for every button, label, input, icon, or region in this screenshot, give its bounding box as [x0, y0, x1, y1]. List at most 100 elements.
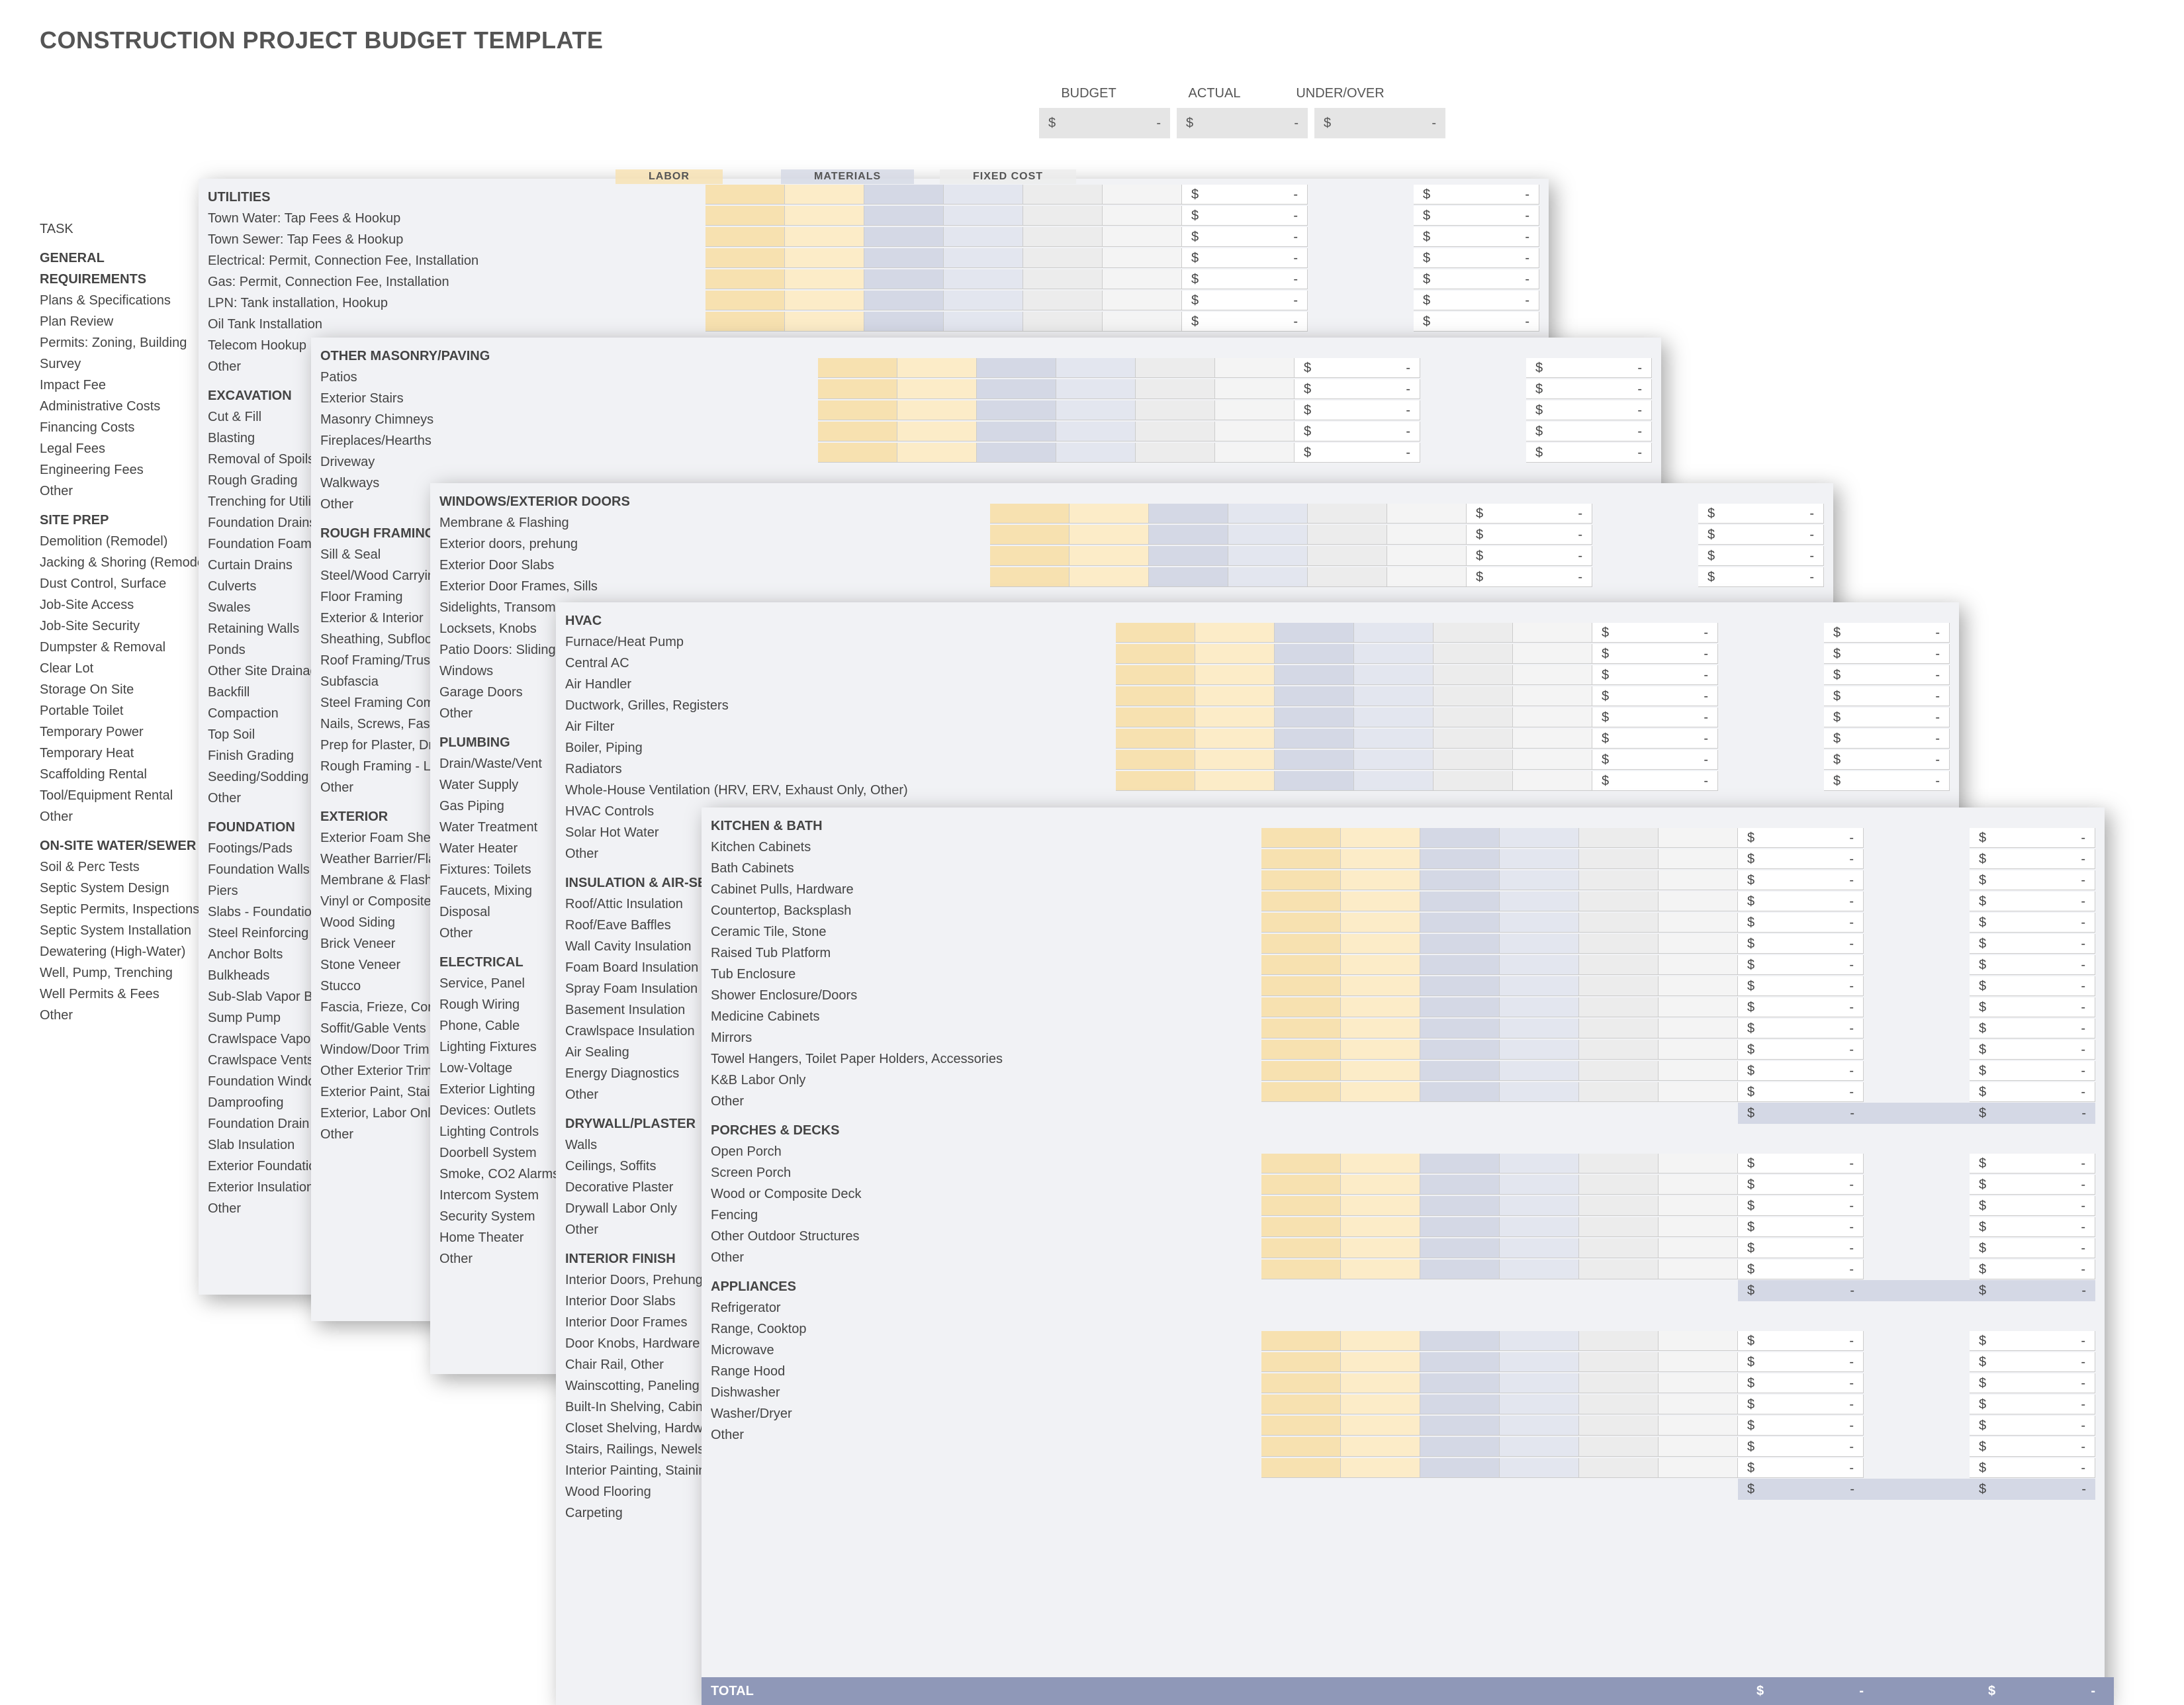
actual-cell[interactable]: $- [1526, 400, 1652, 420]
labor2-cell[interactable] [1195, 708, 1275, 727]
budget-cell[interactable]: $- [1738, 1217, 1864, 1237]
labor1-cell[interactable] [1116, 686, 1195, 706]
fix2-cell[interactable] [1659, 1437, 1738, 1457]
labor2-cell[interactable] [1341, 997, 1420, 1017]
budget-cell[interactable]: $- [1738, 828, 1864, 848]
mat2-cell[interactable] [1500, 1154, 1579, 1174]
fix2-cell[interactable] [1103, 227, 1182, 247]
fix2-cell[interactable] [1659, 1217, 1738, 1237]
mat1-cell[interactable] [1275, 686, 1354, 706]
fix1-cell[interactable] [1579, 1082, 1659, 1102]
fix2-cell[interactable] [1513, 708, 1592, 727]
labor2-cell[interactable] [1341, 1040, 1420, 1060]
actual-cell[interactable]: $- [1414, 312, 1539, 332]
fix1-cell[interactable] [1308, 567, 1387, 587]
labor1-cell[interactable] [1116, 644, 1195, 664]
budget-cell[interactable]: $- [1592, 708, 1718, 727]
budget-cell[interactable]: $- [1738, 1175, 1864, 1195]
mat2-cell[interactable] [1500, 913, 1579, 933]
labor1-cell[interactable] [818, 400, 897, 420]
actual-cell[interactable]: $- [1414, 291, 1539, 310]
fix1-cell[interactable] [1136, 400, 1215, 420]
fix1-cell[interactable] [1579, 1373, 1659, 1393]
fix2-cell[interactable] [1659, 1373, 1738, 1393]
labor1-cell[interactable] [1261, 976, 1341, 996]
fix2-cell[interactable] [1215, 443, 1295, 463]
labor2-cell[interactable] [785, 312, 864, 332]
mat2-cell[interactable] [944, 248, 1023, 268]
mat2-cell[interactable] [1228, 567, 1308, 587]
actual-cell[interactable]: $- [1970, 892, 2095, 911]
mat1-cell[interactable] [977, 358, 1056, 378]
labor2-cell[interactable] [785, 269, 864, 289]
fix1-cell[interactable] [1579, 828, 1659, 848]
labor2-cell[interactable] [1341, 913, 1420, 933]
fix1-cell[interactable] [1579, 1416, 1659, 1436]
mat1-cell[interactable] [1275, 708, 1354, 727]
fix2-cell[interactable] [1215, 400, 1295, 420]
fix2-cell[interactable] [1659, 1260, 1738, 1279]
labor1-cell[interactable] [990, 504, 1069, 524]
fix2-cell[interactable] [1387, 525, 1467, 545]
labor1-cell[interactable] [1261, 913, 1341, 933]
labor2-cell[interactable] [1341, 1437, 1420, 1457]
labor2-cell[interactable] [1341, 849, 1420, 869]
fix2-cell[interactable] [1103, 312, 1182, 332]
actual-cell[interactable]: $- [1414, 227, 1539, 247]
actual-cell[interactable]: $- [1970, 1458, 2095, 1478]
mat1-cell[interactable] [1275, 623, 1354, 643]
actual-cell[interactable]: $- [1970, 1061, 2095, 1081]
budget-cell[interactable]: $- [1738, 955, 1864, 975]
labor1-cell[interactable] [818, 422, 897, 441]
budget-cell[interactable]: $- [1738, 976, 1864, 996]
labor2-cell[interactable] [897, 379, 977, 399]
fix1-cell[interactable] [1579, 1061, 1659, 1081]
labor1-cell[interactable] [1261, 955, 1341, 975]
fix2-cell[interactable] [1103, 248, 1182, 268]
summary-cell-underover[interactable]: $- [1314, 108, 1445, 138]
mat2-cell[interactable] [944, 291, 1023, 310]
labor2-cell[interactable] [1341, 1061, 1420, 1081]
mat1-cell[interactable] [977, 443, 1056, 463]
budget-cell[interactable]: $- [1295, 379, 1420, 399]
labor2-cell[interactable] [785, 206, 864, 226]
fix1-cell[interactable] [1136, 443, 1215, 463]
actual-cell[interactable]: $- [1414, 185, 1539, 205]
mat1-cell[interactable] [1420, 1238, 1500, 1258]
mat1-cell[interactable] [1420, 828, 1500, 848]
mat1-cell[interactable] [1420, 849, 1500, 869]
actual-cell[interactable]: $- [1970, 997, 2095, 1017]
actual-cell[interactable]: $- [1970, 934, 2095, 954]
labor2-cell[interactable] [1341, 1331, 1420, 1351]
budget-cell[interactable]: $- [1738, 1458, 1864, 1478]
mat2-cell[interactable] [1500, 1352, 1579, 1372]
fix1-cell[interactable] [1023, 269, 1103, 289]
fix1-cell[interactable] [1579, 1154, 1659, 1174]
actual-cell[interactable]: $- [1970, 1416, 2095, 1436]
labor2-cell[interactable] [785, 248, 864, 268]
mat2-cell[interactable] [1500, 1196, 1579, 1216]
budget-cell[interactable]: $- [1738, 1352, 1864, 1372]
mat2-cell[interactable] [1056, 422, 1136, 441]
mat1-cell[interactable] [1420, 1196, 1500, 1216]
fix1-cell[interactable] [1579, 892, 1659, 911]
labor2-cell[interactable] [1341, 1175, 1420, 1195]
budget-cell[interactable]: $- [1738, 1154, 1864, 1174]
fix2-cell[interactable] [1103, 185, 1182, 205]
mat1-cell[interactable] [1420, 1175, 1500, 1195]
mat2-cell[interactable] [1500, 1238, 1579, 1258]
fix1-cell[interactable] [1023, 312, 1103, 332]
fix1-cell[interactable] [1579, 1458, 1659, 1478]
fix1-cell[interactable] [1433, 686, 1513, 706]
labor1-cell[interactable] [705, 269, 785, 289]
labor2-cell[interactable] [1195, 644, 1275, 664]
fix2-cell[interactable] [1513, 771, 1592, 791]
budget-cell[interactable]: $- [1467, 525, 1592, 545]
fix1-cell[interactable] [1023, 206, 1103, 226]
mat2-cell[interactable] [1056, 379, 1136, 399]
labor2-cell[interactable] [1341, 976, 1420, 996]
mat1-cell[interactable] [1420, 892, 1500, 911]
labor2-cell[interactable] [1341, 1154, 1420, 1174]
labor2-cell[interactable] [897, 422, 977, 441]
budget-cell[interactable]: $- [1592, 623, 1718, 643]
